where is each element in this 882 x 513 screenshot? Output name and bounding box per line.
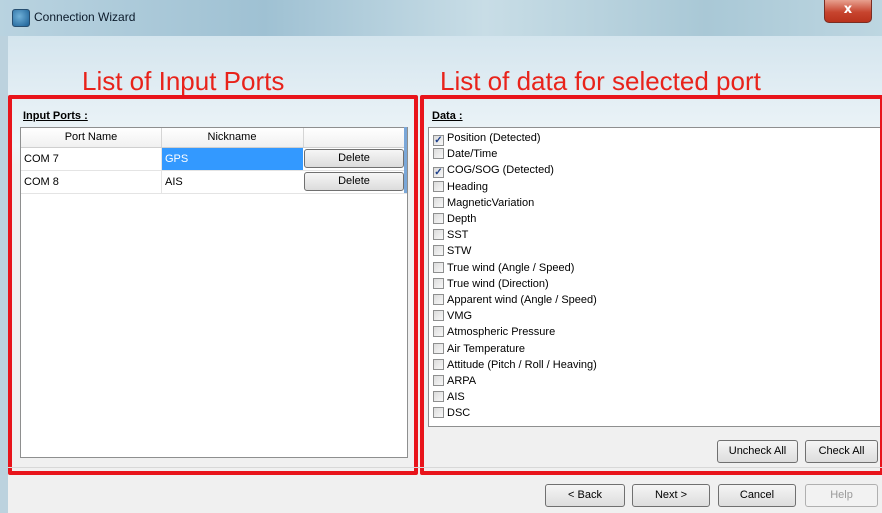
app-icon [12, 9, 30, 27]
annotation-data-title: List of data for selected port [440, 66, 761, 96]
cancel-button[interactable]: Cancel [718, 484, 796, 507]
back-button[interactable]: < Back [545, 484, 625, 507]
annotation-input-ports-title: List of Input Ports [82, 66, 285, 96]
annotation-input-ports-frame [8, 95, 418, 475]
annotation-data-frame [420, 95, 882, 475]
close-button[interactable]: x [824, 0, 872, 23]
window-title: Connection Wizard [34, 10, 136, 24]
footer-separator [8, 467, 882, 468]
title-bar: Connection Wizard x [0, 0, 882, 36]
help-button[interactable]: Help [805, 484, 878, 507]
next-button[interactable]: Next > [632, 484, 710, 507]
